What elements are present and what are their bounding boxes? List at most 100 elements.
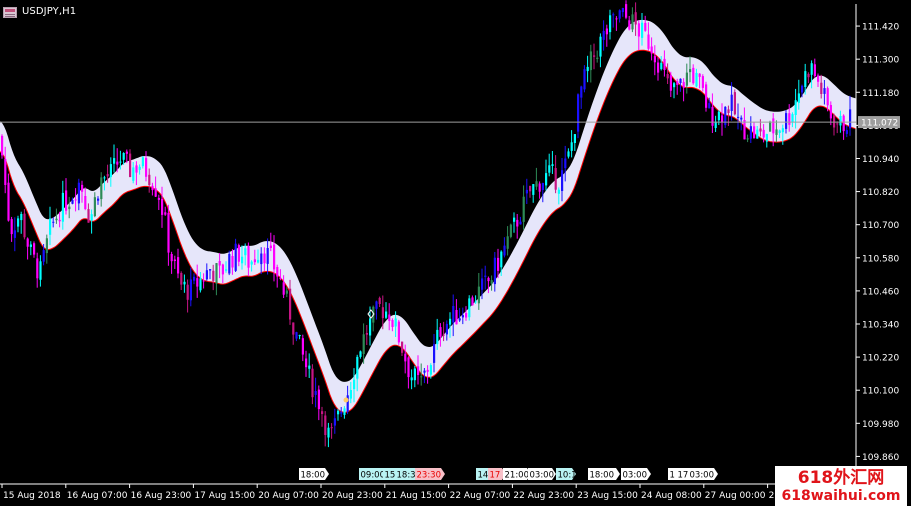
candle-body (413, 368, 416, 381)
candle-body (417, 366, 420, 375)
candle-body (551, 164, 554, 166)
chart-canvas[interactable]: 111.420111.300111.180111.060110.940110.8… (0, 0, 911, 506)
candle-body (711, 106, 714, 126)
candle (529, 185, 532, 198)
candle-body (682, 81, 685, 88)
x-tick-label: 22 Aug 07:00 (450, 491, 511, 501)
candle-body (522, 196, 525, 222)
candle (516, 214, 519, 239)
candle (308, 353, 311, 378)
session-tag-label: 03:00 (623, 471, 648, 481)
session-tag-label: 15 (385, 471, 396, 481)
candle (45, 234, 48, 264)
candle-body (698, 73, 701, 77)
candle-body (804, 71, 807, 87)
candle-body (39, 261, 42, 280)
candle-body (36, 258, 39, 279)
candle-body (100, 177, 103, 200)
x-tick-label: 17 Aug 15:00 (194, 491, 255, 501)
candle-body (305, 358, 308, 368)
candle (714, 115, 717, 132)
candle-body (180, 273, 183, 285)
candle (177, 248, 180, 279)
candle-body (637, 23, 640, 37)
candle (644, 15, 647, 32)
candle (733, 89, 736, 116)
candle (548, 153, 551, 177)
chart-title-bar: USDJPY,H1 (3, 5, 76, 19)
candle (657, 57, 660, 81)
session-tag: 21:00 (503, 468, 531, 481)
candle-body (826, 88, 829, 106)
candle (327, 422, 330, 448)
candle-body (324, 415, 327, 435)
candle-body (359, 351, 362, 357)
candle (23, 209, 26, 240)
y-tick-label: 110.460 (862, 287, 899, 297)
candle-body (285, 290, 288, 294)
candle-body (778, 130, 781, 133)
candle-body (701, 76, 704, 88)
candle-body (829, 105, 832, 119)
candle-body (362, 334, 365, 354)
candle-body (135, 165, 138, 173)
session-tag-label: 17 (678, 471, 689, 481)
candle (580, 85, 583, 109)
candle-body (625, 4, 628, 18)
y-tick-label: 109.980 (862, 420, 899, 430)
labels-layer: 111.420111.300111.180111.060110.940110.8… (3, 23, 900, 501)
candle-body (535, 181, 538, 187)
candle (39, 255, 42, 287)
candle (378, 296, 381, 307)
candle-body (538, 183, 541, 192)
candle-body (407, 357, 410, 378)
candle-body (730, 94, 733, 111)
candle (17, 215, 20, 233)
candle (65, 178, 68, 215)
candle-body (679, 78, 682, 83)
y-tick-label: 110.940 (862, 155, 899, 165)
candle-body (532, 184, 535, 195)
candle-body (433, 344, 436, 363)
candle-body (833, 115, 836, 128)
candle-body (493, 257, 496, 285)
candle-body (577, 94, 580, 132)
candle (455, 299, 458, 325)
x-tick-label: 20 Aug 07:00 (258, 491, 319, 501)
candle-body (519, 221, 522, 225)
candle (618, 9, 621, 23)
candle-body (154, 188, 157, 197)
candle-body (449, 318, 452, 325)
candle-body (849, 109, 852, 129)
candle (298, 334, 301, 340)
candle-body (391, 320, 394, 327)
session-tag-label: 23:30 (417, 471, 442, 481)
candle-body (234, 243, 237, 271)
candle (554, 155, 557, 194)
candle-body (369, 318, 372, 336)
session-tag-label: 18:3 (397, 471, 416, 481)
candle-body (753, 126, 756, 138)
session-tag-label: 18:00 (590, 471, 615, 481)
candle-body (231, 256, 234, 268)
candle (458, 307, 461, 322)
candle-body (580, 86, 583, 98)
candle (20, 211, 23, 234)
candle-body (330, 427, 333, 429)
candle (401, 341, 404, 356)
candle-body (602, 30, 605, 40)
candle (589, 44, 592, 83)
candle-body (759, 128, 762, 132)
candle (26, 237, 29, 260)
candle-body (503, 245, 506, 256)
candle (410, 369, 413, 390)
candle (628, 16, 631, 31)
candle (29, 241, 32, 256)
candle-body (657, 62, 660, 73)
price-chart[interactable]: 111.420111.300111.180111.060110.940110.8… (0, 0, 911, 506)
candle (317, 385, 320, 421)
candle-body (513, 217, 516, 222)
candle-body (785, 113, 788, 129)
candle-body (772, 118, 775, 134)
candle (372, 305, 375, 332)
